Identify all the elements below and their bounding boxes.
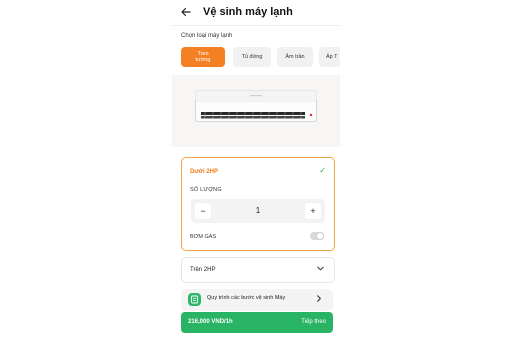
option-over-2hp[interactable]: Trên 2HP (181, 257, 335, 283)
next-button[interactable]: 216,000 VND/1h Tiếp theo (181, 312, 333, 333)
gas-toggle[interactable] (310, 232, 324, 240)
header-divider (172, 25, 340, 26)
tab-am-tran[interactable]: Âm trần (277, 47, 313, 67)
back-arrow-icon[interactable] (179, 5, 193, 19)
phone-screen: Vệ sinh máy lạnh Chọn loại máy lạnh Treo… (172, 0, 340, 341)
price-text: 216,000 VND/1h (188, 319, 233, 325)
option-name: Trên 2HP (190, 267, 216, 273)
plus-icon: + (310, 206, 316, 216)
tab-label: Tủ đứng (241, 53, 263, 60)
toggle-knob (316, 232, 324, 240)
plus-button[interactable]: + (305, 203, 321, 219)
document-icon (188, 293, 201, 306)
gas-label: BƠM GAS (190, 234, 217, 240)
chevron-right-icon (315, 294, 323, 305)
ac-type-tabs: Treo tường Tủ đứng Âm trần Áp T (181, 47, 340, 69)
header-bar: Vệ sinh máy lạnh (172, 0, 340, 26)
ac-type-label: Chọn loại máy lạnh (181, 33, 233, 39)
option-under-2hp[interactable]: Dưới 2HP ✓ SỐ LƯỢNG − 1 + BƠM GAS (181, 157, 335, 251)
process-link[interactable]: Quy trình các bước vệ sinh Máy (181, 289, 333, 311)
tab-treo-tuong[interactable]: Treo tường (181, 47, 225, 67)
option-name: Dưới 2HP (190, 169, 218, 175)
check-icon: ✓ (319, 166, 326, 175)
process-text: Quy trình các bước vệ sinh Máy (207, 295, 286, 301)
page-title: Vệ sinh máy lạnh (203, 6, 293, 18)
tab-ap-tran[interactable]: Áp T (319, 47, 340, 67)
tab-tu-dung[interactable]: Tủ đứng (233, 47, 271, 67)
tab-label: Âm trần (285, 53, 305, 60)
quantity-stepper: − 1 + (191, 199, 325, 223)
quantity-label: SỐ LƯỢNG (190, 187, 222, 193)
air-conditioner-image (195, 90, 317, 122)
chevron-down-icon (316, 264, 325, 275)
tab-label: Áp T (326, 53, 338, 60)
tab-label: Treo tường (195, 50, 211, 64)
next-label: Tiếp theo (301, 319, 326, 325)
